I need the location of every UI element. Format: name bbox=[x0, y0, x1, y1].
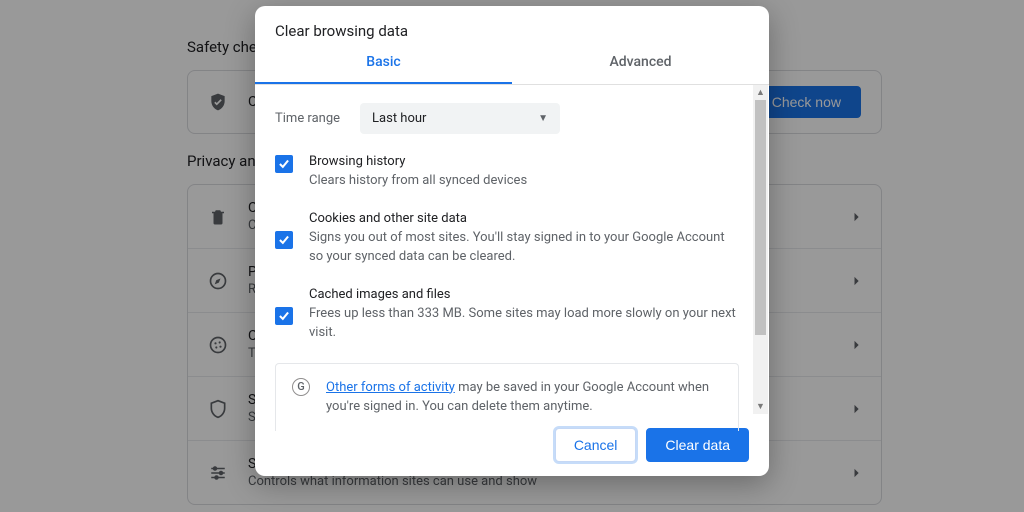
option-title: Browsing history bbox=[309, 154, 527, 169]
option-browsing-history: Browsing history Clears history from all… bbox=[275, 154, 739, 191]
option-title: Cookies and other site data bbox=[309, 211, 739, 226]
time-range-label: Time range bbox=[275, 111, 340, 126]
option-description: Signs you out of most sites. You'll stay… bbox=[309, 228, 739, 267]
scroll-down-icon[interactable]: ▼ bbox=[753, 399, 768, 414]
dialog-title: Clear browsing data bbox=[255, 6, 769, 54]
dialog-body: ▲ ▼ Time range Last hour ▼ Browsing hist… bbox=[255, 84, 769, 414]
tab-basic[interactable]: Basic bbox=[255, 54, 512, 84]
time-range-select[interactable]: Last hour ▼ bbox=[360, 103, 560, 134]
option-title: Cached images and files bbox=[309, 287, 739, 302]
scroll-up-icon[interactable]: ▲ bbox=[753, 85, 768, 100]
clear-data-button[interactable]: Clear data bbox=[646, 428, 749, 462]
info-message: Other forms of activity may be saved in … bbox=[326, 378, 722, 417]
checkbox-cookies[interactable] bbox=[275, 231, 293, 249]
other-activity-link[interactable]: Other forms of activity bbox=[326, 380, 455, 395]
option-cache: Cached images and files Frees up less th… bbox=[275, 287, 739, 343]
google-account-info: G Other forms of activity may be saved i… bbox=[275, 363, 739, 431]
checkbox-cache[interactable] bbox=[275, 307, 293, 325]
dialog-scrollbar[interactable]: ▲ ▼ bbox=[753, 85, 768, 414]
option-cookies: Cookies and other site data Signs you ou… bbox=[275, 211, 739, 267]
time-range-value: Last hour bbox=[372, 111, 426, 126]
option-description: Clears history from all synced devices bbox=[309, 171, 527, 191]
tab-advanced[interactable]: Advanced bbox=[512, 54, 769, 84]
option-description: Frees up less than 333 MB. Some sites ma… bbox=[309, 304, 739, 343]
checkbox-browsing-history[interactable] bbox=[275, 155, 293, 173]
dialog-tabs: Basic Advanced bbox=[255, 54, 769, 84]
dropdown-arrow-icon: ▼ bbox=[538, 113, 548, 124]
clear-browsing-data-dialog: Clear browsing data Basic Advanced ▲ ▼ T… bbox=[255, 6, 769, 476]
modal-overlay: Clear browsing data Basic Advanced ▲ ▼ T… bbox=[0, 0, 1024, 512]
scroll-thumb[interactable] bbox=[755, 100, 766, 335]
google-icon: G bbox=[292, 378, 310, 396]
cancel-button[interactable]: Cancel bbox=[555, 428, 637, 462]
